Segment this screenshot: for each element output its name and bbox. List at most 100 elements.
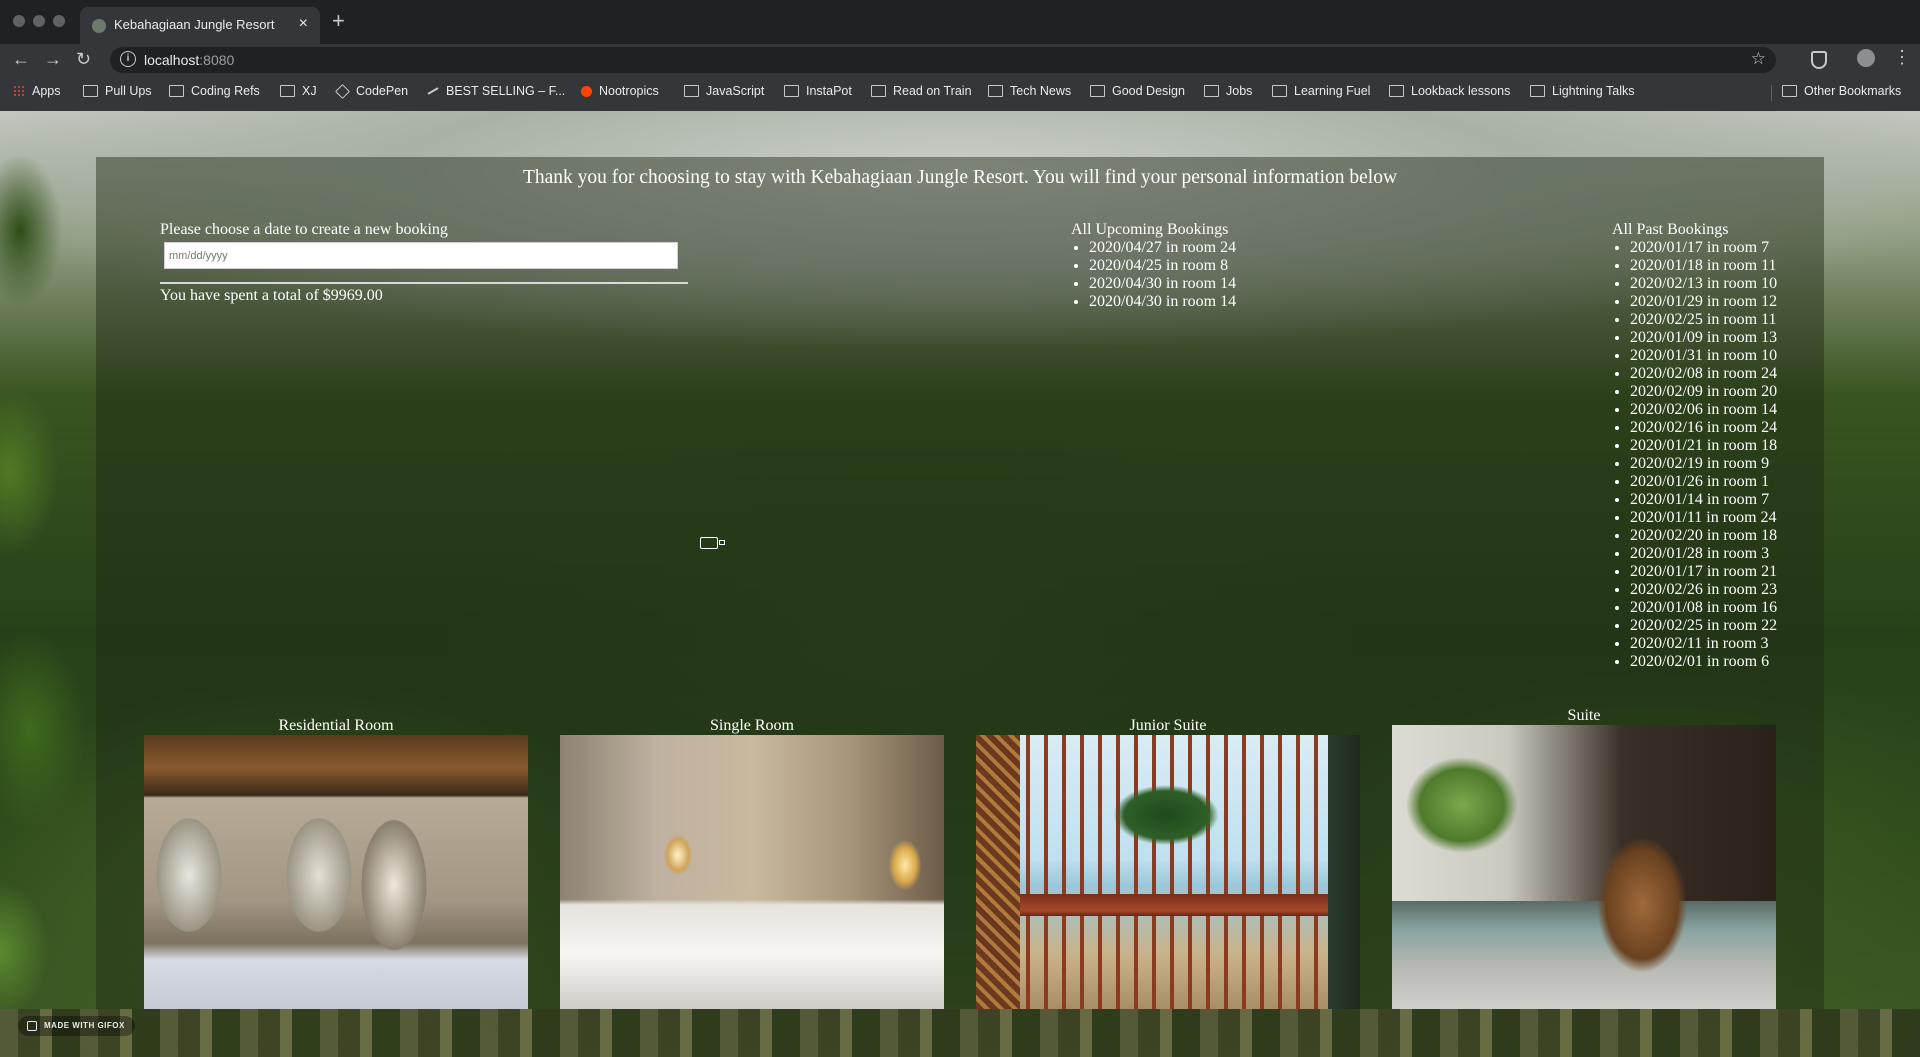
folder-icon (871, 85, 886, 97)
bookmark-coding-refs[interactable]: Coding Refs (169, 84, 260, 98)
jungle-background: Thank you for choosing to stay with Keba… (0, 111, 1920, 1057)
bookmark-label: Read on Train (893, 84, 972, 98)
bookmark-jobs[interactable]: Jobs (1204, 84, 1252, 98)
suite-image[interactable] (1392, 725, 1776, 1009)
divider (160, 282, 688, 284)
bookmark-label: XJ (302, 84, 317, 98)
bookmark-other-bookmarks[interactable]: Other Bookmarks (1782, 84, 1901, 98)
folder-icon (83, 85, 98, 97)
room-title: Suite (1567, 707, 1601, 724)
shield-extension-icon[interactable] (1811, 51, 1827, 69)
bookmark-star-icon[interactable]: ☆ (1751, 49, 1766, 69)
browser-chrome: Kebahagiaan Jungle Resort × + ← → ↻ i lo… (0, 0, 1920, 111)
new-tab-icon[interactable]: + (332, 10, 345, 32)
url-text[interactable]: localhost:8080 (144, 52, 234, 68)
bookmark-apps[interactable]: Apps (13, 84, 61, 98)
bookmark-label: BEST SELLING – F... (446, 84, 566, 98)
bookmark-read-on-train[interactable]: Read on Train (871, 84, 972, 98)
maximize-window-icon[interactable] (53, 15, 65, 27)
apps-grid-icon (13, 85, 25, 97)
bookmark-best-selling[interactable]: BEST SELLING – F... (427, 84, 565, 98)
folder-icon (784, 85, 799, 97)
list-item: 2020/02/08 in room 24 (1630, 365, 1777, 383)
list-item: 2020/02/16 in room 24 (1630, 419, 1777, 437)
list-item: 2020/02/01 in room 6 (1630, 653, 1777, 671)
bookmarks-divider (1771, 85, 1772, 101)
bookmark-learning-fuel[interactable]: Learning Fuel (1272, 84, 1370, 98)
total-spent: You have spent a total of $9969.00 (160, 287, 383, 304)
bookmark-good-design[interactable]: Good Design (1090, 84, 1185, 98)
list-item: 2020/01/14 in room 7 (1630, 491, 1777, 509)
bookmark-label: Jobs (1226, 84, 1253, 98)
bookmark-lightning-talks[interactable]: Lightning Talks (1530, 84, 1634, 98)
forward-arrow-icon[interactable]: → (44, 49, 62, 70)
bookmark-instapot[interactable]: InstaPot (784, 84, 852, 98)
folder-icon (684, 85, 699, 97)
vr-cursor-icon (700, 537, 725, 549)
bookmark-label: Nootropics (599, 84, 659, 98)
list-item: 2020/01/21 in room 18 (1630, 437, 1777, 455)
folder-icon (1389, 85, 1404, 97)
bookmarks-bar: Apps Pull Ups Coding Refs XJ CodePen BES… (0, 81, 1920, 103)
reload-icon[interactable]: ↻ (76, 49, 91, 70)
past-list: 2020/01/17 in room 7 2020/01/18 in room … (1612, 239, 1777, 671)
folder-icon (1204, 85, 1219, 97)
room-card-suite[interactable]: Suite (1392, 707, 1776, 1009)
bookmark-codepen[interactable]: CodePen (335, 83, 408, 99)
bookmark-label: Lightning Talks (1552, 84, 1635, 98)
list-item: 2020/02/09 in room 20 (1630, 383, 1777, 401)
bookmark-pull-ups[interactable]: Pull Ups (83, 84, 152, 98)
room-card-junior-suite[interactable]: Junior Suite (976, 717, 1360, 1009)
tree-trunks-decoration (0, 1009, 1920, 1057)
bookmark-xj[interactable]: XJ (280, 84, 317, 98)
browser-tab[interactable]: Kebahagiaan Jungle Resort × (80, 7, 320, 44)
bookmark-javascript[interactable]: JavaScript (684, 84, 764, 98)
url-port: :8080 (199, 52, 235, 68)
close-tab-icon[interactable]: × (299, 15, 308, 33)
upcoming-bookings: All Upcoming Bookings 2020/04/27 in room… (1071, 221, 1236, 311)
room-card-residential[interactable]: Residential Room (144, 717, 528, 1009)
address-bar[interactable]: i localhost:8080 ☆ (110, 47, 1776, 73)
list-item: 2020/02/06 in room 14 (1630, 401, 1777, 419)
bookmark-lookback-lessons[interactable]: Lookback lessons (1389, 84, 1510, 98)
welcome-message: Thank you for choosing to stay with Keba… (522, 167, 1398, 188)
bookmark-label: Pull Ups (105, 84, 152, 98)
list-item: 2020/04/27 in room 24 (1089, 239, 1236, 257)
list-item: 2020/02/25 in room 22 (1630, 617, 1777, 635)
folder-icon (169, 85, 184, 97)
main-panel: Thank you for choosing to stay with Keba… (96, 157, 1824, 1009)
list-item: 2020/04/30 in room 14 (1089, 275, 1236, 293)
list-item: 2020/01/29 in room 12 (1630, 293, 1777, 311)
list-item: 2020/01/08 in room 16 (1630, 599, 1777, 617)
upcoming-heading: All Upcoming Bookings (1071, 221, 1229, 238)
profile-avatar[interactable] (1857, 49, 1875, 67)
bookmark-label: InstaPot (806, 84, 852, 98)
residential-room-image[interactable] (144, 735, 528, 1009)
close-window-icon[interactable] (13, 15, 25, 27)
booking-date-input[interactable] (164, 242, 678, 269)
tab-title: Kebahagiaan Jungle Resort (114, 17, 275, 32)
menu-dots-icon[interactable]: ⋮ (1893, 47, 1911, 67)
bookmark-label: Coding Refs (191, 84, 260, 98)
bookmark-label: JavaScript (706, 84, 765, 98)
bookmark-label: Lookback lessons (1411, 84, 1511, 98)
list-item: 2020/02/19 in room 9 (1630, 455, 1777, 473)
bookmark-nootropics[interactable]: Nootropics (581, 84, 659, 98)
list-item: 2020/01/11 in room 24 (1630, 509, 1777, 527)
list-item: 2020/02/13 in room 10 (1630, 275, 1777, 293)
folder-icon (1530, 85, 1545, 97)
past-heading: All Past Bookings (1612, 221, 1729, 238)
list-item: 2020/02/20 in room 18 (1630, 527, 1777, 545)
bookmark-label: Good Design (1112, 84, 1185, 98)
reddit-icon (581, 85, 592, 97)
minimize-window-icon[interactable] (33, 15, 45, 27)
back-arrow-icon[interactable]: ← (12, 49, 30, 70)
past-bookings: All Past Bookings 2020/01/17 in room 7 2… (1612, 221, 1777, 671)
info-icon[interactable]: i (120, 51, 136, 67)
room-card-single[interactable]: Single Room (560, 717, 944, 1009)
single-room-image[interactable] (560, 735, 944, 1009)
folder-icon (280, 85, 295, 97)
list-item: 2020/01/31 in room 10 (1630, 347, 1777, 365)
junior-suite-image[interactable] (976, 735, 1360, 1009)
bookmark-tech-news[interactable]: Tech News (988, 84, 1071, 98)
